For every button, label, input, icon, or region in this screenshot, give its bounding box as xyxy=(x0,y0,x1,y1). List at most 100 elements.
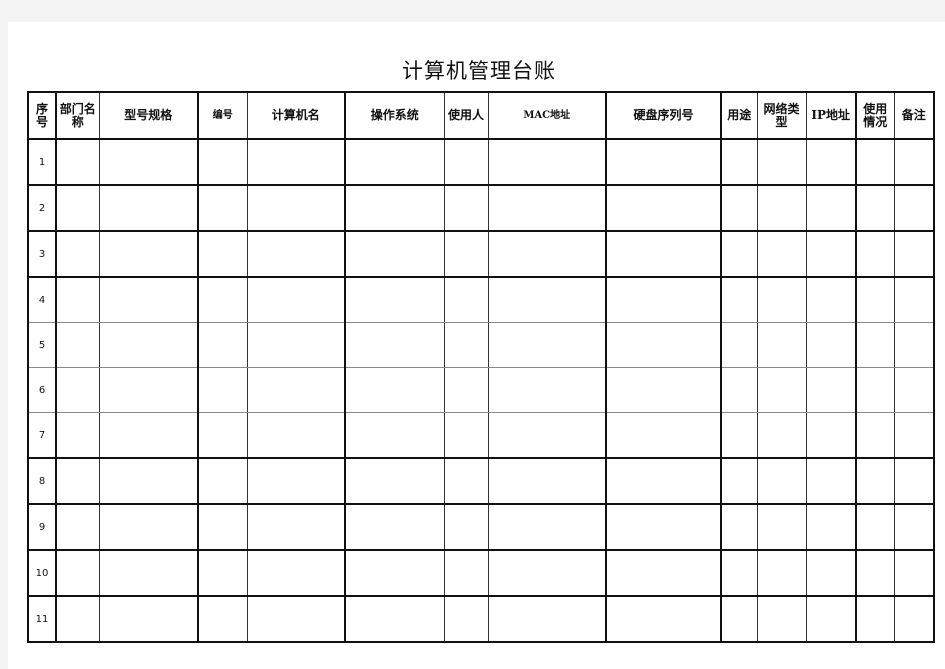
cell-model[interactable] xyxy=(98,138,199,186)
cell-number[interactable] xyxy=(197,412,248,459)
cell-usage-status[interactable] xyxy=(855,457,895,505)
cell-os[interactable] xyxy=(344,367,445,413)
cell-network-type[interactable] xyxy=(756,549,807,597)
cell-user[interactable] xyxy=(443,412,489,459)
cell-usage-status[interactable] xyxy=(855,503,895,551)
cell-os[interactable] xyxy=(344,184,445,232)
cell-dept[interactable] xyxy=(55,184,100,232)
cell-dept[interactable] xyxy=(55,549,100,597)
cell-hostname[interactable] xyxy=(246,138,346,186)
cell-dept[interactable] xyxy=(55,276,100,323)
cell-ip[interactable] xyxy=(805,184,857,232)
cell-model[interactable] xyxy=(98,595,199,643)
cell-hostname[interactable] xyxy=(246,367,346,413)
cell-mac[interactable] xyxy=(487,367,607,413)
cell-remarks[interactable] xyxy=(893,457,935,505)
cell-dept[interactable] xyxy=(55,230,100,278)
cell-mac[interactable] xyxy=(487,503,607,551)
cell-remarks[interactable] xyxy=(893,549,935,597)
cell-disk-serial[interactable] xyxy=(605,367,722,413)
cell-disk-serial[interactable] xyxy=(605,322,722,368)
cell-dept[interactable] xyxy=(55,138,100,186)
cell-purpose[interactable] xyxy=(720,276,758,323)
cell-hostname[interactable] xyxy=(246,503,346,551)
cell-hostname[interactable] xyxy=(246,184,346,232)
cell-seq[interactable]: 6 xyxy=(27,367,57,413)
cell-remarks[interactable] xyxy=(893,595,935,643)
cell-disk-serial[interactable] xyxy=(605,503,722,551)
cell-disk-serial[interactable] xyxy=(605,595,722,643)
cell-model[interactable] xyxy=(98,276,199,323)
cell-seq[interactable]: 10 xyxy=(27,549,57,597)
cell-ip[interactable] xyxy=(805,595,857,643)
cell-os[interactable] xyxy=(344,138,445,186)
cell-os[interactable] xyxy=(344,322,445,368)
cell-mac[interactable] xyxy=(487,230,607,278)
cell-usage-status[interactable] xyxy=(855,230,895,278)
cell-dept[interactable] xyxy=(55,503,100,551)
cell-user[interactable] xyxy=(443,503,489,551)
cell-seq[interactable]: 11 xyxy=(27,595,57,643)
cell-usage-status[interactable] xyxy=(855,322,895,368)
cell-user[interactable] xyxy=(443,549,489,597)
cell-purpose[interactable] xyxy=(720,367,758,413)
cell-os[interactable] xyxy=(344,276,445,323)
cell-seq[interactable]: 8 xyxy=(27,457,57,505)
cell-model[interactable] xyxy=(98,549,199,597)
cell-seq[interactable]: 9 xyxy=(27,503,57,551)
cell-purpose[interactable] xyxy=(720,549,758,597)
cell-ip[interactable] xyxy=(805,503,857,551)
cell-model[interactable] xyxy=(98,184,199,232)
cell-mac[interactable] xyxy=(487,457,607,505)
cell-purpose[interactable] xyxy=(720,412,758,459)
cell-disk-serial[interactable] xyxy=(605,549,722,597)
cell-dept[interactable] xyxy=(55,367,100,413)
cell-purpose[interactable] xyxy=(720,503,758,551)
cell-network-type[interactable] xyxy=(756,595,807,643)
cell-seq[interactable]: 5 xyxy=(27,322,57,368)
cell-purpose[interactable] xyxy=(720,138,758,186)
cell-dept[interactable] xyxy=(55,457,100,505)
cell-number[interactable] xyxy=(197,322,248,368)
cell-usage-status[interactable] xyxy=(855,276,895,323)
cell-remarks[interactable] xyxy=(893,367,935,413)
cell-disk-serial[interactable] xyxy=(605,457,722,505)
cell-network-type[interactable] xyxy=(756,322,807,368)
cell-ip[interactable] xyxy=(805,138,857,186)
cell-hostname[interactable] xyxy=(246,595,346,643)
cell-network-type[interactable] xyxy=(756,412,807,459)
cell-user[interactable] xyxy=(443,457,489,505)
cell-seq[interactable]: 2 xyxy=(27,184,57,232)
cell-ip[interactable] xyxy=(805,412,857,459)
cell-os[interactable] xyxy=(344,503,445,551)
cell-hostname[interactable] xyxy=(246,412,346,459)
cell-remarks[interactable] xyxy=(893,276,935,323)
cell-network-type[interactable] xyxy=(756,503,807,551)
cell-mac[interactable] xyxy=(487,322,607,368)
cell-user[interactable] xyxy=(443,367,489,413)
cell-mac[interactable] xyxy=(487,549,607,597)
cell-network-type[interactable] xyxy=(756,276,807,323)
cell-number[interactable] xyxy=(197,457,248,505)
cell-hostname[interactable] xyxy=(246,457,346,505)
cell-disk-serial[interactable] xyxy=(605,412,722,459)
cell-user[interactable] xyxy=(443,230,489,278)
cell-mac[interactable] xyxy=(487,138,607,186)
cell-seq[interactable]: 4 xyxy=(27,276,57,323)
cell-disk-serial[interactable] xyxy=(605,184,722,232)
cell-hostname[interactable] xyxy=(246,549,346,597)
cell-ip[interactable] xyxy=(805,276,857,323)
cell-purpose[interactable] xyxy=(720,184,758,232)
cell-number[interactable] xyxy=(197,367,248,413)
cell-purpose[interactable] xyxy=(720,595,758,643)
cell-purpose[interactable] xyxy=(720,230,758,278)
cell-mac[interactable] xyxy=(487,595,607,643)
cell-usage-status[interactable] xyxy=(855,367,895,413)
cell-disk-serial[interactable] xyxy=(605,276,722,323)
cell-os[interactable] xyxy=(344,412,445,459)
cell-model[interactable] xyxy=(98,457,199,505)
cell-usage-status[interactable] xyxy=(855,549,895,597)
cell-model[interactable] xyxy=(98,367,199,413)
cell-ip[interactable] xyxy=(805,457,857,505)
cell-number[interactable] xyxy=(197,138,248,186)
